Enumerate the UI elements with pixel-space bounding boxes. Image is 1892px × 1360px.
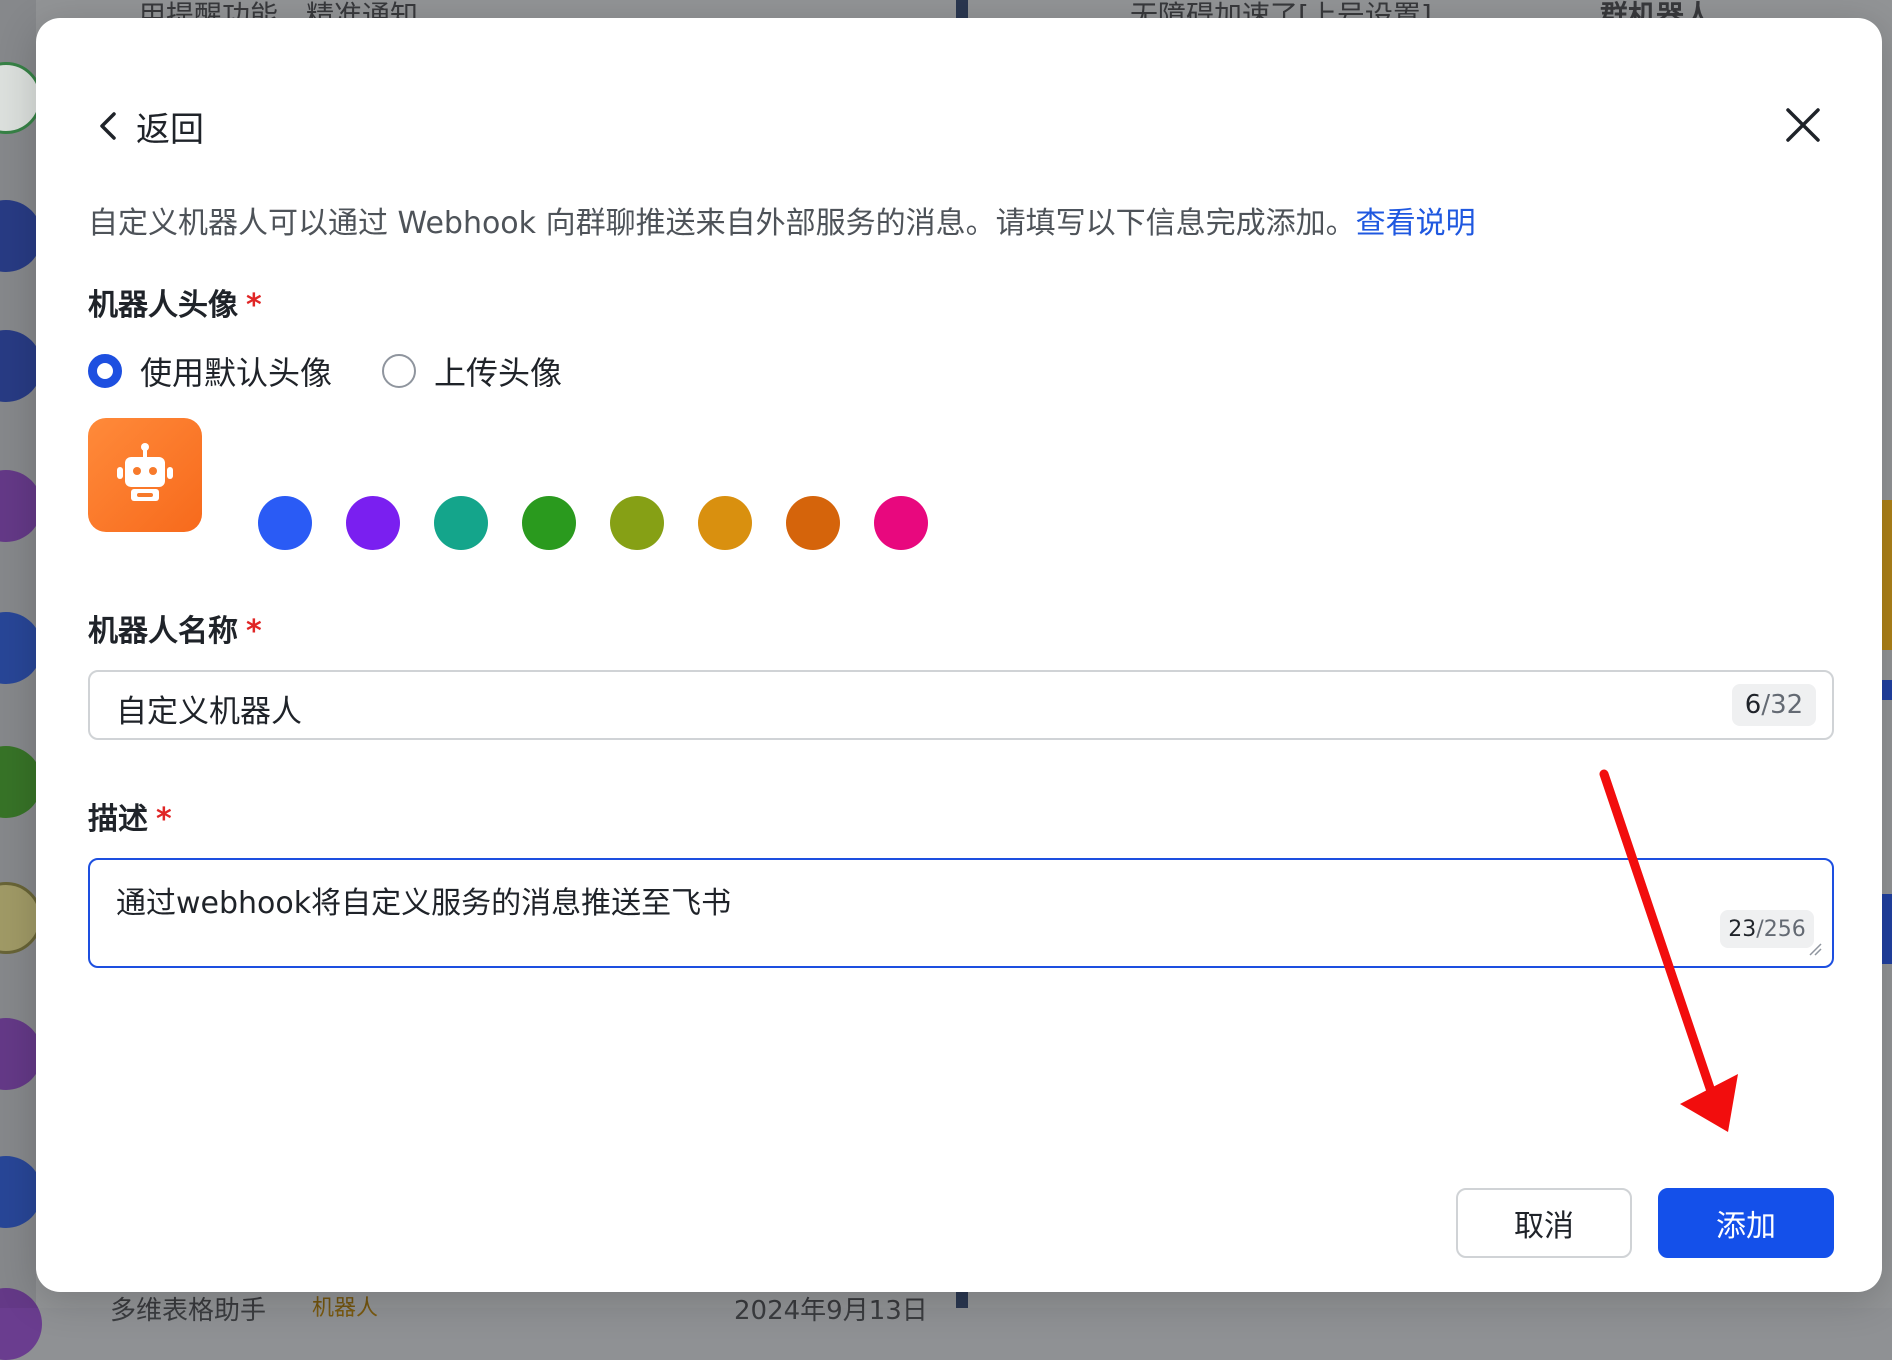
color-swatch-orange[interactable] (786, 496, 840, 550)
name-label: 机器人名称 (88, 614, 238, 649)
bot-name-value: 自定义机器人 (116, 686, 302, 731)
add-button[interactable]: 添加 (1658, 1188, 1834, 1258)
close-icon[interactable] (1780, 102, 1826, 148)
desc-section-label: 描述* (88, 794, 172, 838)
color-swatch-green[interactable] (522, 496, 576, 550)
avatar-label: 机器人头像 (88, 288, 238, 323)
name-section-label: 机器人名称* (88, 606, 262, 650)
view-docs-link[interactable]: 查看说明 (1356, 206, 1476, 241)
name-count-max: /32 (1761, 690, 1803, 720)
back-button[interactable]: 返回 (96, 98, 204, 154)
chevron-left-icon (96, 108, 122, 144)
desc-char-counter: 23/256 (1720, 910, 1814, 948)
required-mark: * (246, 288, 262, 323)
radio-label: 上传头像 (434, 348, 562, 394)
radio-unchecked-icon[interactable] (382, 354, 416, 388)
color-swatch-olive[interactable] (610, 496, 664, 550)
intro-description: 自定义机器人可以通过 Webhook 向群聊推送来自外部服务的消息。请填写以下信… (88, 206, 1356, 241)
avatar-section-label: 机器人头像* (88, 280, 262, 324)
desc-count-max: /256 (1756, 917, 1805, 942)
radio-checked-icon[interactable] (88, 354, 122, 388)
color-swatch-teal[interactable] (434, 496, 488, 550)
description-textarea[interactable]: 通过webhook将自定义服务的消息推送至飞书 23/256 (88, 858, 1834, 968)
color-swatch-pink[interactable] (874, 496, 928, 550)
desc-count-current: 23 (1728, 917, 1756, 942)
cancel-button[interactable]: 取消 (1456, 1188, 1632, 1258)
bot-name-input[interactable]: 自定义机器人 6/32 (88, 670, 1834, 740)
desc-label: 描述 (88, 802, 148, 837)
required-mark: * (246, 614, 262, 649)
intro-text: 自定义机器人可以通过 Webhook 向群聊推送来自外部服务的消息。请填写以下信… (88, 198, 1476, 242)
color-swatch-purple[interactable] (346, 496, 400, 550)
add-custom-bot-dialog: 返回 自定义机器人可以通过 Webhook 向群聊推送来自外部服务的消息。请填写… (36, 18, 1882, 1292)
name-char-counter: 6/32 (1732, 684, 1816, 726)
name-count-current: 6 (1745, 690, 1762, 720)
radio-upload-avatar[interactable]: 上传头像 (382, 348, 562, 394)
radio-label: 使用默认头像 (140, 348, 332, 394)
required-mark: * (156, 802, 172, 837)
color-swatch-blue[interactable] (258, 496, 312, 550)
back-label: 返回 (136, 102, 204, 151)
avatar-color-swatches (258, 496, 928, 550)
description-value: 通过webhook将自定义服务的消息推送至飞书 (116, 878, 731, 922)
radio-default-avatar[interactable]: 使用默认头像 (88, 348, 332, 394)
avatar-type-radio-group: 使用默认头像 上传头像 (88, 348, 562, 394)
resize-handle-icon[interactable] (1808, 942, 1822, 956)
color-swatch-amber[interactable] (698, 496, 752, 550)
bot-avatar-preview (88, 418, 202, 532)
robot-icon (109, 439, 181, 511)
